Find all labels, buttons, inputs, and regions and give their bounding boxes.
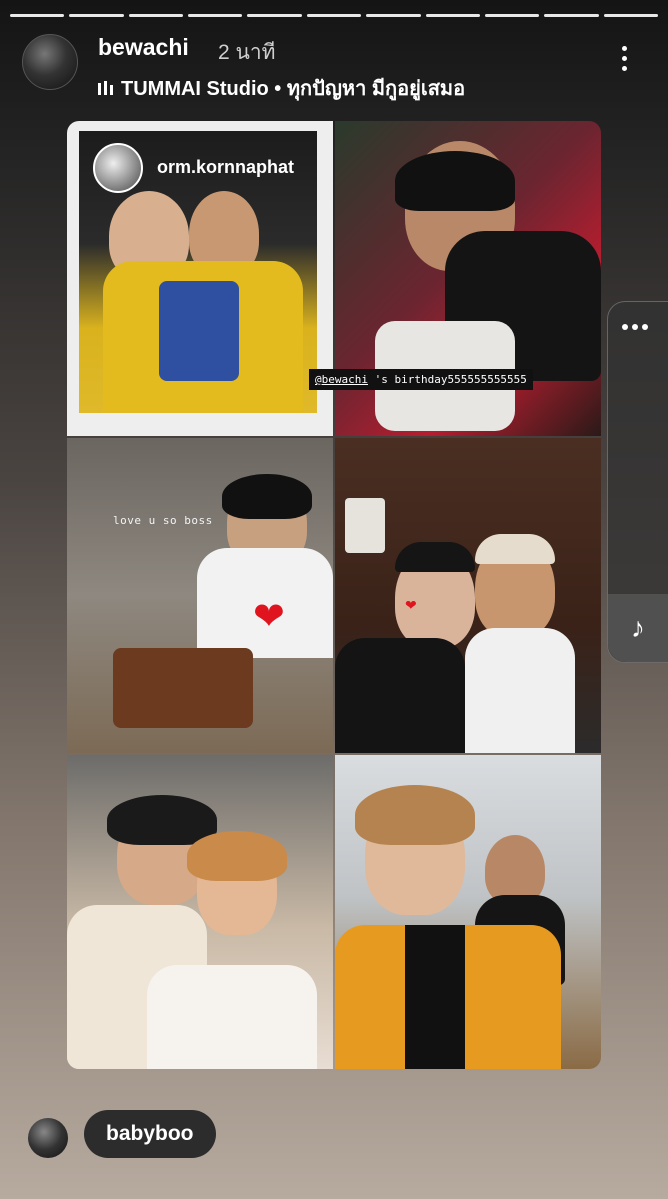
cap-shape [395, 542, 475, 572]
photo-figure [147, 965, 317, 1069]
collage-photo-5 [67, 755, 333, 1069]
profile-avatar[interactable] [22, 34, 78, 90]
post-time: 2 นาที [218, 41, 276, 64]
photo-figure [335, 638, 465, 753]
photo-figure [465, 628, 575, 753]
hair-shape [395, 151, 515, 211]
story-progress-bar [10, 14, 658, 17]
hair-shape [355, 785, 475, 845]
jersey-stripe [405, 925, 465, 1069]
more-options-icon[interactable] [622, 46, 628, 76]
progress-segment [603, 14, 658, 17]
reshared-avatar [93, 143, 143, 193]
music-bars-icon [98, 81, 113, 95]
progress-segment [306, 14, 362, 17]
progress-segment [188, 14, 243, 17]
progress-segment [366, 14, 421, 17]
hair-shape [222, 474, 312, 519]
collage-photo-3: love u so boss ❤ [67, 438, 333, 753]
birthday-caption-sticker[interactable]: @bewachi 's birthday555555555555 [309, 369, 533, 390]
heart-sticker-icon: ❤ [405, 597, 417, 613]
username[interactable]: bewachi [98, 34, 189, 61]
wall-poster [345, 498, 385, 553]
collage-photo-4: ❤ [335, 438, 601, 753]
story-header: bewachi 2 นาที TUMMAI Studio • ทุกปัญหา … [22, 34, 648, 100]
progress-segment [69, 14, 124, 17]
side-panel[interactable]: ♪ [607, 301, 668, 663]
hair-shape [187, 831, 287, 881]
music-label: TUMMAI Studio • ทุกปัญหา มีกูอยู่เสมอ [121, 78, 466, 100]
music-attribution[interactable]: TUMMAI Studio • ทุกปัญหา มีกูอยู่เสมอ [98, 72, 465, 104]
progress-segment [484, 14, 540, 17]
mention-tag[interactable]: @bewachi [315, 373, 368, 386]
cap-shape [475, 534, 555, 564]
collage-photo-6 [335, 755, 601, 1069]
charcuterie-board [113, 648, 253, 728]
reply-avatar[interactable] [28, 1118, 68, 1158]
heart-sticker-icon: ❤ [253, 596, 285, 638]
progress-segment [10, 14, 65, 17]
collage-photo-1: orm.kornnaphat [67, 121, 333, 436]
caption-text: 's birthday555555555555 [367, 373, 527, 386]
music-note-icon[interactable]: ♪ [608, 594, 668, 662]
progress-segment [544, 14, 599, 17]
more-icon[interactable] [622, 324, 648, 330]
shirt-print [159, 281, 239, 381]
reshared-story[interactable]: orm.kornnaphat [79, 131, 317, 413]
progress-segment [128, 14, 184, 17]
reshared-username: orm.kornnaphat [157, 157, 295, 177]
reply-bubble[interactable]: babyboo [84, 1110, 216, 1158]
photo-collage: orm.kornnaphat love u so boss ❤ ❤ @bewac… [67, 121, 601, 1069]
handwritten-caption: love u so boss [113, 514, 213, 527]
progress-segment [247, 14, 302, 17]
progress-segment [425, 14, 480, 17]
